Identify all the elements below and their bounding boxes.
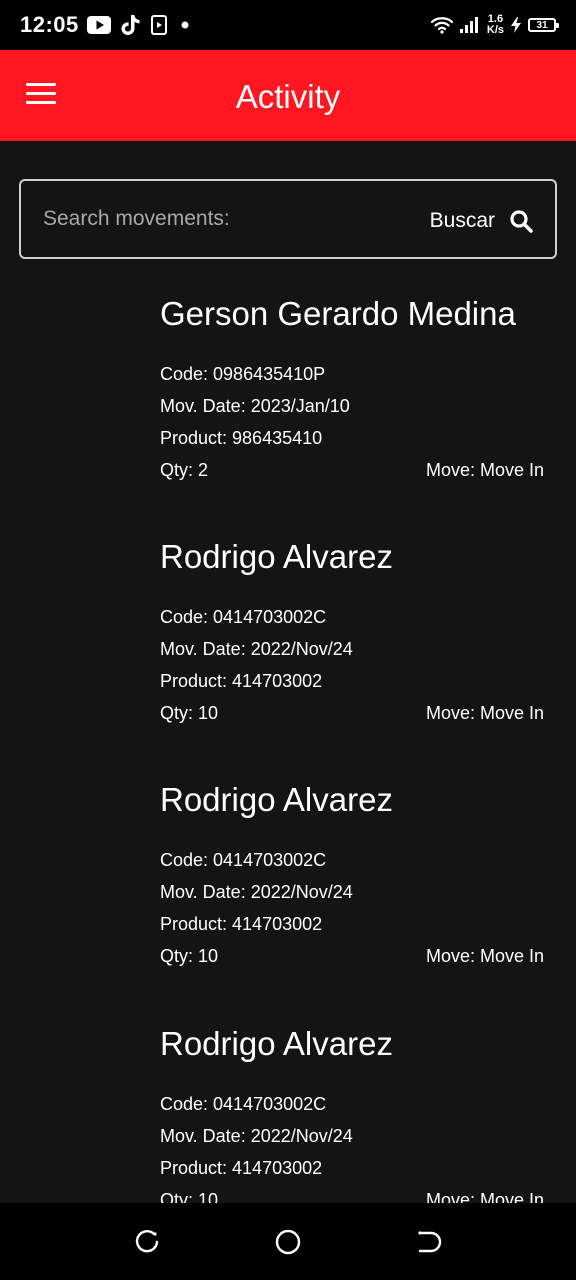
search-icon <box>510 210 533 233</box>
movement-product: Product: 414703002 <box>160 914 323 934</box>
net-speed: 1.6 K/s <box>487 14 504 36</box>
movement-name: Rodrigo Alvarez <box>160 538 393 575</box>
movement-product: Product: 986435410 <box>160 428 323 448</box>
menu-button[interactable] <box>26 83 56 107</box>
movement-name: Rodrigo Alvarez <box>160 781 393 818</box>
tiktok-icon <box>121 15 140 35</box>
movement-qty: Qty: 10 <box>160 703 219 723</box>
movement-qty: Qty: 10 <box>160 946 219 966</box>
movement-name: Gerson Gerardo Medina <box>160 295 516 332</box>
battery-level: 31 <box>536 19 548 31</box>
menu-icon-line <box>26 101 56 104</box>
media-icon <box>150 15 167 35</box>
movement-product: Product: 414703002 <box>160 1158 323 1178</box>
battery-indicator: 31 <box>528 18 559 32</box>
movement-product: Product: 414703002 <box>160 671 323 691</box>
movement-date: Mov. Date: 2022/Nov/24 <box>160 882 353 902</box>
list-item[interactable]: Gerson Gerardo Medina Code: 0986435410P … <box>160 292 546 492</box>
app-bar: Activity <box>0 50 576 141</box>
list-item[interactable]: Rodrigo Alvarez Code: 0414703002C Mov. D… <box>160 1022 546 1222</box>
search-box: Buscar <box>19 179 557 259</box>
movement-qty: Qty: 2 <box>160 460 209 480</box>
notification-icons <box>86 14 193 36</box>
movement-code: Code: 0414703002C <box>160 607 327 627</box>
movement-type: Move: Move In <box>425 703 544 723</box>
navigation-bar <box>0 1203 576 1280</box>
movement-date: Mov. Date: 2022/Nov/24 <box>160 1126 353 1146</box>
youtube-icon <box>86 16 111 34</box>
charging-icon <box>511 17 521 33</box>
status-bar: 12:05 1.6 K/s 31 <box>0 0 576 50</box>
menu-icon-line <box>26 83 56 86</box>
search-button[interactable]: Buscar <box>430 205 533 237</box>
recent-apps-icon[interactable] <box>134 1229 160 1255</box>
status-time: 12:05 <box>20 12 79 37</box>
movement-date: Mov. Date: 2023/Jan/10 <box>160 396 350 416</box>
movement-code: Code: 0986435410P <box>160 364 326 384</box>
movement-code: Code: 0414703002C <box>160 1094 327 1114</box>
menu-icon-line <box>26 92 56 95</box>
wifi-icon <box>430 17 453 34</box>
system-status: 1.6 K/s 31 <box>430 14 559 36</box>
dot-icon <box>181 21 189 29</box>
movement-type: Move: Move In <box>425 946 544 966</box>
list-item[interactable]: Rodrigo Alvarez Code: 0414703002C Mov. D… <box>160 778 546 978</box>
page-title: Activity <box>235 78 341 115</box>
movement-type: Move: Move In <box>425 460 544 480</box>
signal-icon <box>459 17 478 33</box>
back-icon[interactable] <box>416 1229 442 1255</box>
search-input[interactable] <box>43 197 403 241</box>
movement-date: Mov. Date: 2022/Nov/24 <box>160 639 353 659</box>
search-button-label: Buscar <box>429 209 495 232</box>
movement-name: Rodrigo Alvarez <box>160 1025 393 1062</box>
movement-code: Code: 0414703002C <box>160 850 327 870</box>
activity-screen: 12:05 1.6 K/s 31 Activity Search movemen… <box>0 0 576 1280</box>
list-item[interactable]: Rodrigo Alvarez Code: 0414703002C Mov. D… <box>160 535 546 735</box>
home-icon[interactable] <box>275 1229 301 1255</box>
net-speed-unit: K/s <box>486 24 504 36</box>
